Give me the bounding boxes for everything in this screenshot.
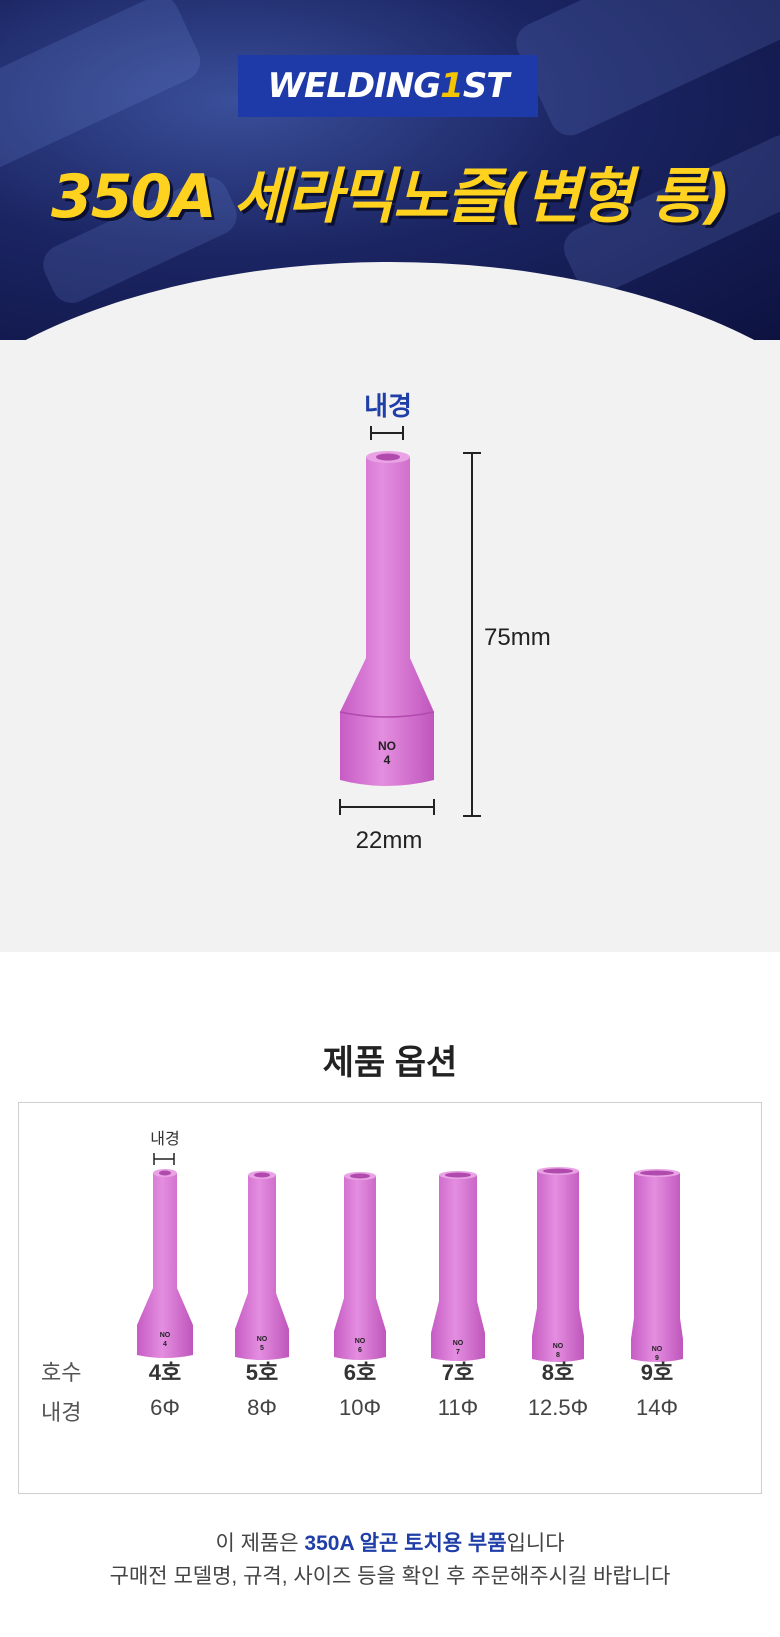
option-nozzle-mark-no: NO bbox=[257, 1336, 268, 1343]
option-nozzle-mark-number: 5 bbox=[260, 1345, 264, 1352]
option-size-8: 8호 bbox=[541, 1360, 575, 1385]
option-nozzle-6: NO 6 bbox=[334, 1172, 386, 1360]
page-title: 350A 세라믹노즐(변형 롱) bbox=[51, 162, 731, 232]
options-title: 제품 옵션 bbox=[322, 1044, 458, 1082]
width-dimension-line bbox=[339, 799, 435, 815]
logo-tail-text: ST bbox=[462, 66, 510, 106]
option-diameter-6: 10Φ bbox=[338, 1395, 382, 1420]
option-size-6: 6호 bbox=[343, 1360, 377, 1385]
row-label-size: 호수 bbox=[41, 1360, 82, 1385]
option-size-4: 4호 bbox=[148, 1360, 182, 1385]
option-size-7: 7호 bbox=[441, 1360, 475, 1385]
option-nozzle-4: NO 4 bbox=[137, 1169, 193, 1358]
inner-diameter-label: 내경 bbox=[364, 391, 412, 421]
nozzle-lineup-drawing: 내경 NO 4 NO 5 NO 6 NO7 NO8 NO9 bbox=[137, 1130, 683, 1362]
lineup-inner-label: 내경 bbox=[150, 1130, 179, 1148]
notice-line-1: 이 제품은 350A 알곤 토치용 부품입니다 bbox=[0, 1527, 780, 1557]
option-nozzle-5: NO 5 bbox=[235, 1171, 289, 1360]
options-table: 내경 NO 4 NO 5 NO 6 NO 7 NO 8 NO 9 호수 내경 4호 5호 6호 7호 … bbox=[18, 1102, 762, 1494]
height-dimension-line bbox=[463, 452, 481, 817]
option-nozzle-mark-no: NO bbox=[160, 1332, 171, 1339]
option-diameter-8: 12.5Φ bbox=[527, 1395, 589, 1420]
option-nozzle-mark-no: NO bbox=[553, 1343, 564, 1350]
nozzle-marking-no: NO bbox=[378, 739, 396, 753]
option-diameter-9: 14Φ bbox=[635, 1395, 679, 1420]
height-label: 75mm bbox=[484, 624, 551, 651]
option-size-9: 9호 bbox=[640, 1360, 674, 1385]
ceramic-nozzle-image: NO 4 bbox=[339, 451, 435, 786]
nozzle-lineup: NO 4 NO 5 NO 6 NO7 NO8 NO9 bbox=[137, 1167, 683, 1362]
option-nozzle-8: NO8 bbox=[532, 1167, 584, 1362]
option-diameter-5: 8Φ bbox=[247, 1395, 277, 1420]
logo-main-text: WELDING bbox=[267, 66, 442, 106]
option-nozzle-mark-no: NO bbox=[355, 1338, 366, 1345]
background-streak bbox=[509, 0, 780, 142]
notice-suffix: 입니다 bbox=[506, 1532, 565, 1555]
nozzle-marking-number: 4 bbox=[384, 753, 391, 767]
notice-prefix: 이 제품은 bbox=[215, 1532, 305, 1555]
dimension-diagram: 내경 NO 4 75mm 22mm bbox=[0, 340, 780, 952]
option-size-5: 5호 bbox=[245, 1360, 279, 1385]
notice-line-2: 구매전 모델명, 규격, 사이즈 등을 확인 후 주문해주시길 바랍니다 bbox=[109, 1565, 671, 1588]
option-nozzle-mark-no: NO bbox=[453, 1340, 464, 1347]
option-diameter-4: 6Φ bbox=[150, 1395, 180, 1420]
width-label: 22mm bbox=[356, 827, 423, 854]
option-nozzle-7: NO7 bbox=[431, 1171, 485, 1361]
notice-highlight: 350A 알곤 토치용 부품 bbox=[304, 1532, 507, 1555]
lineup-inner-marker bbox=[153, 1153, 175, 1165]
option-nozzle-mark-number: 4 bbox=[163, 1341, 167, 1348]
nozzle-dimension-drawing: 내경 NO 4 75mm 22mm bbox=[339, 391, 551, 854]
option-nozzle-9: NO9 bbox=[631, 1169, 683, 1362]
logo-accent-text: 1 bbox=[440, 66, 464, 106]
inner-diameter-marker bbox=[370, 426, 404, 440]
header-banner: WELDING1ST 350A 세라믹노즐(변형 롱) bbox=[0, 0, 780, 340]
brand-logo: WELDING1ST bbox=[238, 55, 538, 117]
option-nozzle-mark-no: NO bbox=[652, 1346, 663, 1353]
row-label-diameter: 내경 bbox=[41, 1400, 82, 1425]
option-diameter-7: 11Φ bbox=[437, 1395, 479, 1420]
option-nozzle-mark-number: 6 bbox=[358, 1347, 362, 1354]
